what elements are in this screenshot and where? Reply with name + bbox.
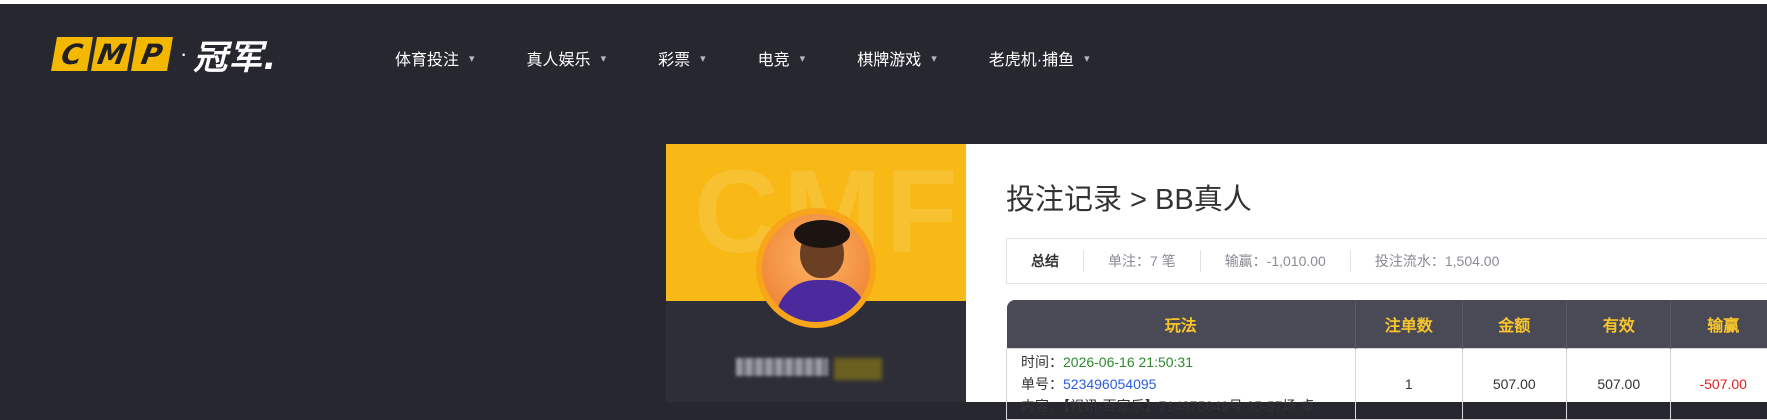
logo-letter-c: C xyxy=(51,37,93,71)
bet-winloss-cell: -507.00 xyxy=(1671,348,1767,419)
logo-dot: · xyxy=(180,41,187,67)
table-header-row: 玩法 注单数 金额 有效 输赢 xyxy=(1007,300,1767,348)
chevron-down-icon: ▾ xyxy=(800,52,806,65)
nav-item-slots-fishing[interactable]: 老虎机·捕鱼 ▾ xyxy=(989,46,1090,70)
bet-content: 内容：【视讯-百家乐】714875849号:35-57场 桌 xyxy=(1021,395,1341,417)
bet-time: 2026-06-16 21:50:31 xyxy=(1063,354,1193,370)
logo-letter-p: P xyxy=(131,37,173,71)
summary-label: 总结 xyxy=(1007,250,1083,272)
col-header-valid: 有效 xyxy=(1567,300,1671,348)
summary-bar: 总结 单注：7 笔 输赢：-1,010.00 投注流水：1,504.00 xyxy=(1006,238,1767,284)
bet-id-link[interactable]: 523496054095 xyxy=(1063,376,1156,392)
summary-winloss: 输赢：-1,010.00 xyxy=(1200,250,1350,272)
nav-item-card-games[interactable]: 棋牌游戏 ▾ xyxy=(857,46,937,70)
page-title: 投注记录 > BB真人 xyxy=(1006,176,1252,218)
nav-label: 体育投注 xyxy=(395,46,459,70)
chevron-down-icon: ▾ xyxy=(469,52,475,65)
chevron-down-icon: ▾ xyxy=(601,52,607,65)
blurred-vip-badge xyxy=(834,358,882,380)
chevron-down-icon: ▾ xyxy=(931,52,937,65)
logo-letter-m: M xyxy=(91,37,133,71)
bet-detail-cell: 时间：2026-06-16 21:50:31 单号：523496054095 内… xyxy=(1007,348,1356,419)
summary-bet-count: 单注：7 笔 xyxy=(1083,250,1200,272)
avatar-hair xyxy=(794,220,850,248)
bet-count-cell: 1 xyxy=(1355,348,1462,419)
nav-label: 彩票 xyxy=(658,46,690,70)
nav-label: 真人娱乐 xyxy=(527,46,591,70)
nav-label: 电竞 xyxy=(758,46,790,70)
col-header-game: 玩法 xyxy=(1007,300,1356,348)
main-nav: 体育投注 ▾ 真人娱乐 ▾ 彩票 ▾ 电竞 ▾ 棋牌游戏 ▾ 老虎机·捕鱼 ▾ xyxy=(395,46,1142,70)
blurred-username xyxy=(736,358,828,376)
col-header-amount: 金额 xyxy=(1462,300,1566,348)
col-header-winloss: 输赢 xyxy=(1671,300,1767,348)
site-logo[interactable]: C M P · 冠军. xyxy=(54,36,277,72)
bet-valid-cell: 507.00 xyxy=(1567,348,1671,419)
username-blurred xyxy=(736,358,882,380)
nav-item-live-casino[interactable]: 真人娱乐 ▾ xyxy=(527,46,607,70)
nav-label: 棋牌游戏 xyxy=(857,46,921,70)
col-header-count: 注单数 xyxy=(1355,300,1462,348)
bet-amount-cell: 507.00 xyxy=(1462,348,1566,419)
nav-item-esports[interactable]: 电竞 ▾ xyxy=(758,46,806,70)
nav-label: 老虎机·捕鱼 xyxy=(989,46,1074,70)
nav-item-sports[interactable]: 体育投注 ▾ xyxy=(395,46,475,70)
logo-chinese: 冠军. xyxy=(193,30,277,79)
bet-time-line: 时间：2026-06-16 21:50:31 xyxy=(1021,351,1341,373)
chevron-down-icon: ▾ xyxy=(1084,52,1090,65)
nav-item-lottery[interactable]: 彩票 ▾ xyxy=(658,46,706,70)
profile-card: CMF xyxy=(666,144,966,402)
table-row[interactable]: 时间：2026-06-16 21:50:31 单号：523496054095 内… xyxy=(1007,348,1767,419)
bet-record-panel: 投注记录 > BB真人 总结 单注：7 笔 输赢：-1,010.00 投注流水：… xyxy=(966,144,1767,402)
avatar[interactable] xyxy=(756,208,876,328)
site-header: C M P · 冠军. 体育投注 ▾ 真人娱乐 ▾ 彩票 ▾ 电竞 ▾ 棋牌游戏… xyxy=(0,4,1767,104)
chevron-down-icon: ▾ xyxy=(700,52,706,65)
bet-id-line: 单号：523496054095 xyxy=(1021,373,1341,395)
summary-turnover: 投注流水：1,504.00 xyxy=(1350,250,1524,272)
